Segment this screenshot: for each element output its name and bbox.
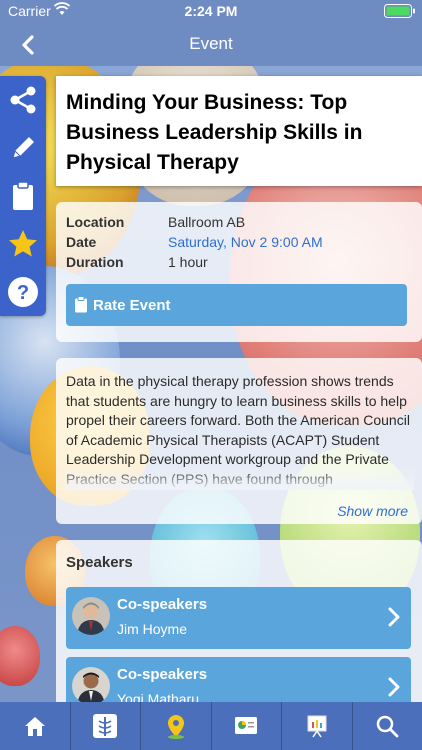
status-bar: Carrier 2:24 PM	[0, 0, 422, 22]
speakers-card: Speakers Co-speakers Jim Hoyme Co-speake…	[56, 540, 422, 719]
presentation-icon	[307, 715, 327, 738]
side-toolbar: ?	[0, 76, 46, 316]
home-icon	[24, 717, 45, 736]
search-icon	[377, 715, 399, 738]
battery-icon	[384, 4, 416, 18]
chevron-right-icon	[387, 677, 401, 702]
pencil-icon	[12, 137, 34, 159]
share-icon	[10, 86, 36, 114]
help-icon: ?	[8, 277, 38, 307]
notes-button[interactable]	[0, 172, 46, 220]
navigation-bar: Event	[0, 22, 422, 66]
speaker-name: Jim Hoyme	[117, 621, 188, 637]
location-label: Location	[66, 214, 125, 230]
map-pin-icon	[167, 715, 184, 739]
tab-presentations[interactable]	[282, 702, 353, 750]
poster-icon	[235, 717, 258, 734]
event-title-card: Minding Your Business: Top Business Lead…	[56, 76, 422, 186]
rate-event-button[interactable]: Rate Event	[66, 284, 407, 326]
edit-button[interactable]	[0, 124, 46, 172]
event-title: Minding Your Business: Top Business Lead…	[66, 91, 363, 174]
description-card: Data in the physical therapy profession …	[56, 358, 422, 524]
clock-label: 2:24 PM	[184, 3, 238, 19]
speakers-heading: Speakers	[66, 554, 133, 571]
favorite-button[interactable]	[0, 220, 46, 268]
date-link[interactable]: Saturday, Nov 2 9:00 AM	[168, 234, 323, 250]
description-fade	[66, 468, 414, 490]
avatar	[72, 597, 110, 635]
speaker-row[interactable]: Co-speakers Jim Hoyme	[66, 587, 411, 649]
avatar	[72, 667, 110, 705]
star-icon	[9, 230, 37, 257]
svg-text:?: ?	[17, 282, 29, 304]
tab-home[interactable]	[0, 702, 71, 750]
duration-value: 1 hour	[168, 254, 208, 270]
chevron-right-icon	[387, 607, 401, 632]
show-more-link[interactable]: Show more	[337, 503, 408, 519]
duration-label: Duration	[66, 254, 124, 270]
tab-sessions[interactable]	[71, 702, 141, 750]
tab-map[interactable]	[141, 702, 212, 750]
nav-title: Event	[189, 34, 233, 53]
tab-search[interactable]	[353, 702, 422, 750]
date-label: Date	[66, 234, 97, 250]
clipboard-icon	[13, 181, 33, 210]
speaker-role: Co-speakers	[117, 596, 208, 613]
location-value: Ballroom AB	[168, 214, 246, 230]
share-button[interactable]	[0, 76, 46, 124]
speaker-role: Co-speakers	[117, 666, 208, 683]
caduceus-icon	[93, 714, 118, 738]
tab-bar	[0, 702, 422, 750]
tab-posters[interactable]	[212, 702, 282, 750]
clipboard-icon	[74, 296, 88, 317]
rate-event-label: Rate Event	[93, 297, 171, 314]
help-button[interactable]: ?	[0, 268, 46, 316]
event-info-card: Location Ballroom AB Date Saturday, Nov …	[56, 202, 422, 342]
